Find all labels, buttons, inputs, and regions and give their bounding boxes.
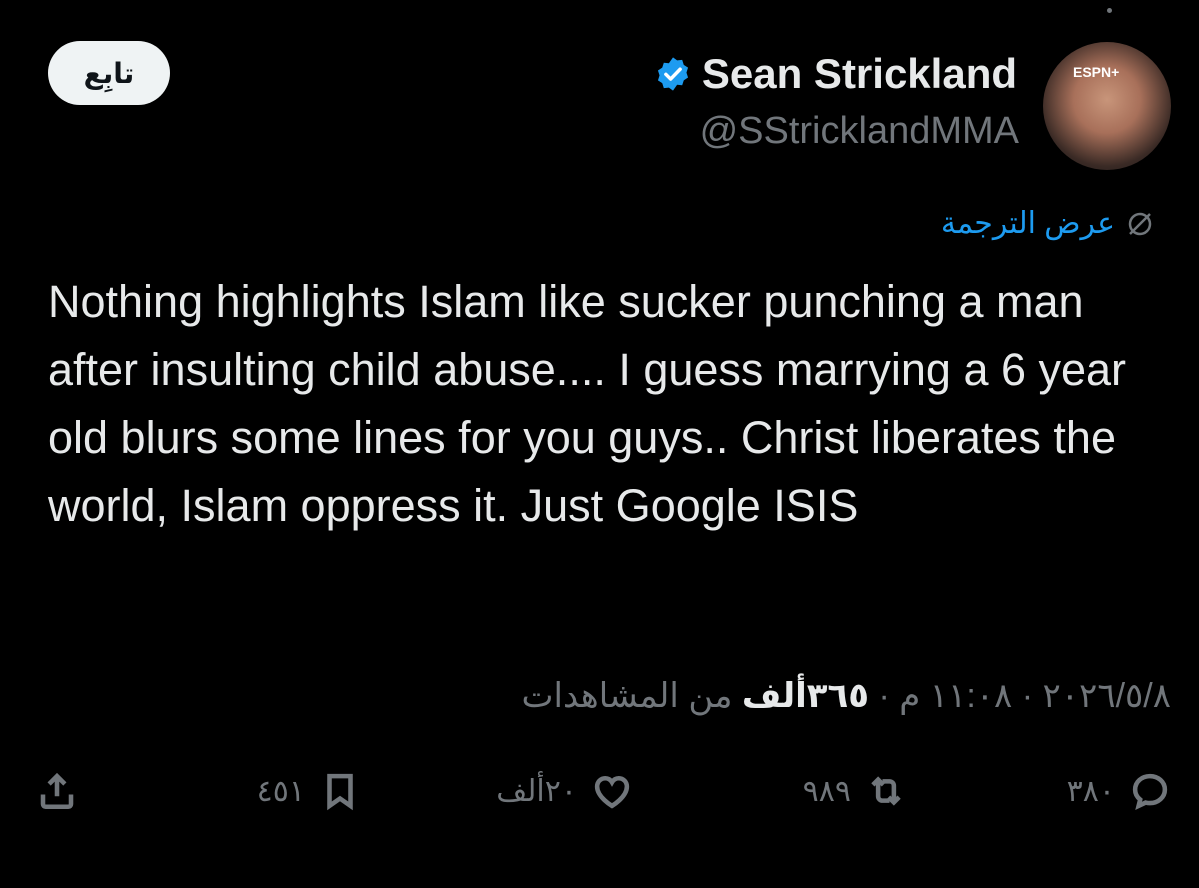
views-count: ٣٦٥ألف <box>741 677 870 715</box>
like-button[interactable]: ٢٠ألف <box>496 770 633 812</box>
share-button[interactable] <box>36 770 78 812</box>
show-translation-label: عرض الترجمة <box>940 207 1115 240</box>
share-icon <box>40 772 74 810</box>
more-options-icon[interactable] <box>1105 8 1113 20</box>
reply-count: ٣٨٠ <box>1066 774 1115 808</box>
reply-button[interactable]: ٣٨٠ <box>1067 770 1171 812</box>
translate-icon <box>1128 212 1152 235</box>
author-handle[interactable]: @SStricklandMMA <box>700 110 1019 153</box>
avatar[interactable]: ESPN+ <box>1043 42 1171 170</box>
views-label: من المشاهدات <box>521 677 733 715</box>
bookmark-count: ٤٥١ <box>256 774 305 808</box>
retweet-icon <box>871 776 901 806</box>
retweet-button[interactable]: ٩٨٩ <box>803 770 907 812</box>
tweet-date[interactable]: ٢٠٢٦/٥/٨ <box>1043 677 1171 715</box>
follow-button[interactable]: تابِع <box>48 41 170 105</box>
author-display-name[interactable]: Sean Strickland <box>702 50 1017 98</box>
heart-icon <box>594 775 630 809</box>
tweet-text: Nothing highlights Islam like sucker pun… <box>48 276 1127 531</box>
tweet-time[interactable]: ١١:٠٨ م <box>899 677 1012 715</box>
bookmark-icon <box>327 773 353 811</box>
retweet-count: ٩٨٩ <box>802 774 851 808</box>
like-count: ٢٠ألف <box>496 774 577 808</box>
avatar-badge: ESPN+ <box>1073 64 1120 80</box>
tweet-meta: ٢٠٢٦/٥/٨ · ١١:٠٨ م · ٣٦٥ألف من المشاهدات <box>521 677 1171 715</box>
verified-badge-icon <box>657 57 688 91</box>
reply-icon <box>1132 773 1168 810</box>
show-translation-link[interactable]: عرض الترجمة <box>941 206 1155 241</box>
author-name-row: Sean Strickland <box>654 50 1017 98</box>
bookmark-button[interactable]: ٤٥١ <box>257 770 361 812</box>
